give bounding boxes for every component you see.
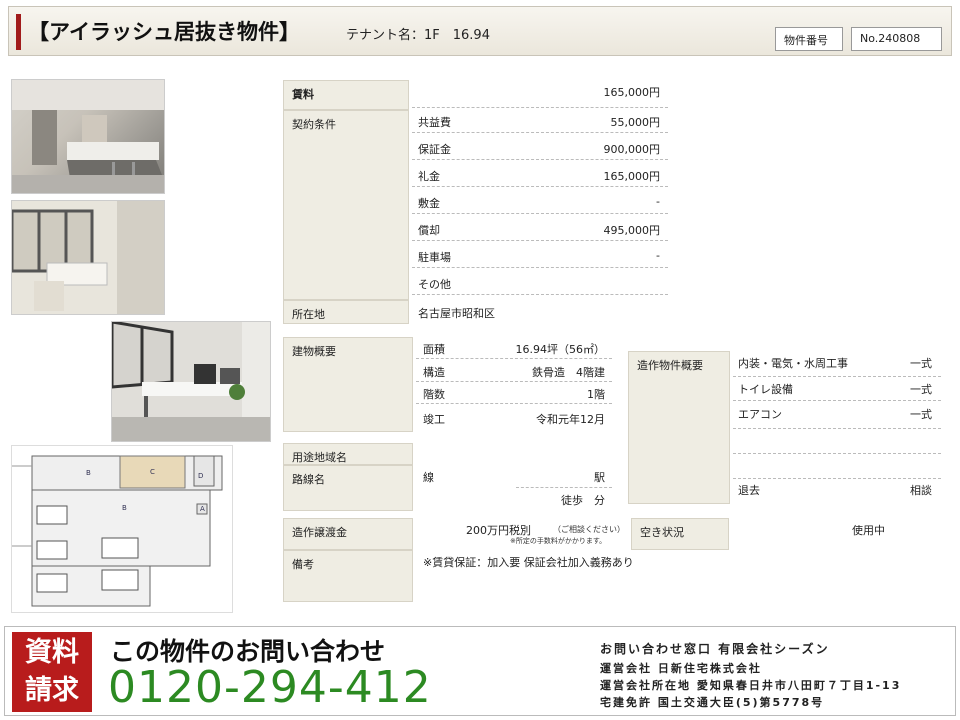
- operator-company: 運営会社 日新住宅株式会社: [600, 662, 762, 675]
- photo-treatment-room: [11, 200, 165, 315]
- phone-number[interactable]: 0120-294-412: [108, 662, 432, 713]
- contract-value-kyoeki: 55,000円: [610, 116, 661, 129]
- page-title: 【アイラッシュ居抜き物件】: [28, 20, 300, 44]
- vacancy-value: 使用中: [852, 524, 885, 537]
- building-divider: [416, 381, 612, 382]
- building-divider: [416, 403, 612, 404]
- operator-address: 運営会社所在地 愛知県春日井市八田町７丁目1-13: [600, 679, 902, 692]
- building-value-area: 16.94坪（56㎡）: [515, 343, 606, 356]
- contract-key-kyoeki: 共益費: [418, 116, 451, 129]
- tenant-name: テナント名：1F 16.94: [346, 28, 490, 43]
- contract-key-hoshokin: 保証金: [418, 143, 451, 156]
- route-walk: 徒歩 分: [561, 494, 605, 507]
- fixtures-key-exit: 退去: [738, 484, 760, 497]
- floor-label-c: C: [150, 468, 155, 476]
- remarks-value: ※賃貸保証：加入要 保証会社加入義務あり: [423, 556, 634, 569]
- route-line: 線: [423, 471, 434, 484]
- contract-key-reikin: 礼金: [418, 170, 440, 183]
- fixtures-value-toilet: 一式: [910, 383, 932, 396]
- contract-key-shokyaku: 償却: [418, 224, 440, 237]
- building-value-floor: 1階: [587, 388, 605, 401]
- contract-divider: [412, 132, 668, 133]
- contract-value-shikikin: -: [656, 195, 660, 208]
- vacancy-label: 空き状況: [631, 518, 729, 550]
- building-label: 建物概要: [283, 337, 413, 432]
- floor-plan: B C D B A: [11, 445, 233, 613]
- building-value-completion: 令和元年12月: [536, 413, 605, 426]
- building-key-area: 面積: [423, 343, 445, 356]
- transfer-note-fee: ※所定の手数料がかかります。: [510, 537, 607, 545]
- fixtures-key-interior: 内装・電気・水周工事: [738, 357, 848, 370]
- building-key-structure: 構造: [423, 366, 445, 379]
- makeup-counter-drawing: [112, 322, 270, 441]
- transfer-label: 造作譲渡金: [283, 518, 413, 550]
- request-line2: 請求: [25, 675, 79, 706]
- building-divider: [416, 358, 612, 359]
- contract-key-other: その他: [418, 278, 451, 291]
- photo-makeup-counter: [111, 321, 271, 442]
- route-label: 路線名: [283, 465, 413, 511]
- contract-divider: [412, 159, 668, 160]
- contract-divider: [412, 267, 668, 268]
- rent-value: 165,000円: [412, 84, 668, 108]
- document-request-button[interactable]: 資料 請求: [12, 632, 92, 712]
- building-value-structure: 鉄骨造 4階建: [532, 366, 605, 379]
- floor-label-d: D: [198, 472, 203, 480]
- contract-key-parking: 駐車場: [418, 251, 451, 264]
- contract-value-hoshokin: 900,000円: [603, 143, 661, 156]
- contract-divider: [412, 294, 668, 295]
- treatment-room-drawing: [12, 201, 164, 314]
- floor-label-a: A: [200, 505, 205, 513]
- fixtures-divider: [733, 478, 941, 479]
- floor-plan-drawing: B C D B A: [12, 455, 223, 607]
- fixtures-value-exit: 相談: [910, 484, 932, 497]
- fixtures-value-aircon: 一式: [910, 408, 932, 421]
- title-accent-bar: [16, 14, 21, 50]
- building-key-floor: 階数: [423, 388, 445, 401]
- fixtures-value-interior: 一式: [910, 357, 932, 370]
- transfer-note-consult: （ご相談ください）: [553, 525, 625, 534]
- fixtures-label: 造作物件概要: [628, 351, 730, 504]
- location-label: 所在地: [283, 300, 409, 324]
- photo-reception: [11, 79, 165, 194]
- contract-key-shikikin: 敷金: [418, 197, 440, 210]
- fixtures-key-toilet: トイレ設備: [738, 383, 793, 396]
- zoning-label: 用途地域名: [283, 443, 413, 465]
- contract-value-shokyaku: 495,000円: [603, 224, 661, 237]
- building-key-completion: 竣工: [423, 413, 445, 426]
- contract-divider: [412, 213, 668, 214]
- remarks-label: 備考: [283, 550, 413, 602]
- fixtures-divider: [733, 400, 941, 401]
- floor-label-b1: B: [86, 469, 91, 477]
- property-id-value: No.240808: [851, 27, 942, 51]
- contract-divider: [412, 186, 668, 187]
- contract-divider: [412, 240, 668, 241]
- route-divider: [516, 487, 612, 488]
- license-number: 宅建免許 国土交通大臣(5)第5778号: [600, 696, 825, 709]
- reception-photo-drawing: [12, 80, 164, 193]
- contract-value-parking: -: [656, 249, 660, 262]
- fixtures-divider: [733, 453, 941, 454]
- property-id-label: 物件番号: [775, 27, 843, 51]
- request-line1: 資料: [25, 637, 79, 668]
- rent-label: 賃料: [283, 80, 409, 110]
- fixtures-divider: [733, 428, 941, 429]
- contact-window: お問い合わせ窓口 有限会社シーズン: [600, 642, 830, 656]
- contract-value-reikin: 165,000円: [603, 170, 661, 183]
- route-station: 駅: [594, 471, 605, 484]
- contract-label: 契約条件: [283, 110, 409, 300]
- fixtures-key-aircon: エアコン: [738, 408, 782, 421]
- floor-label-b2: B: [122, 504, 127, 512]
- location-value: 名古屋市昭和区: [418, 307, 495, 320]
- fixtures-divider: [733, 376, 941, 377]
